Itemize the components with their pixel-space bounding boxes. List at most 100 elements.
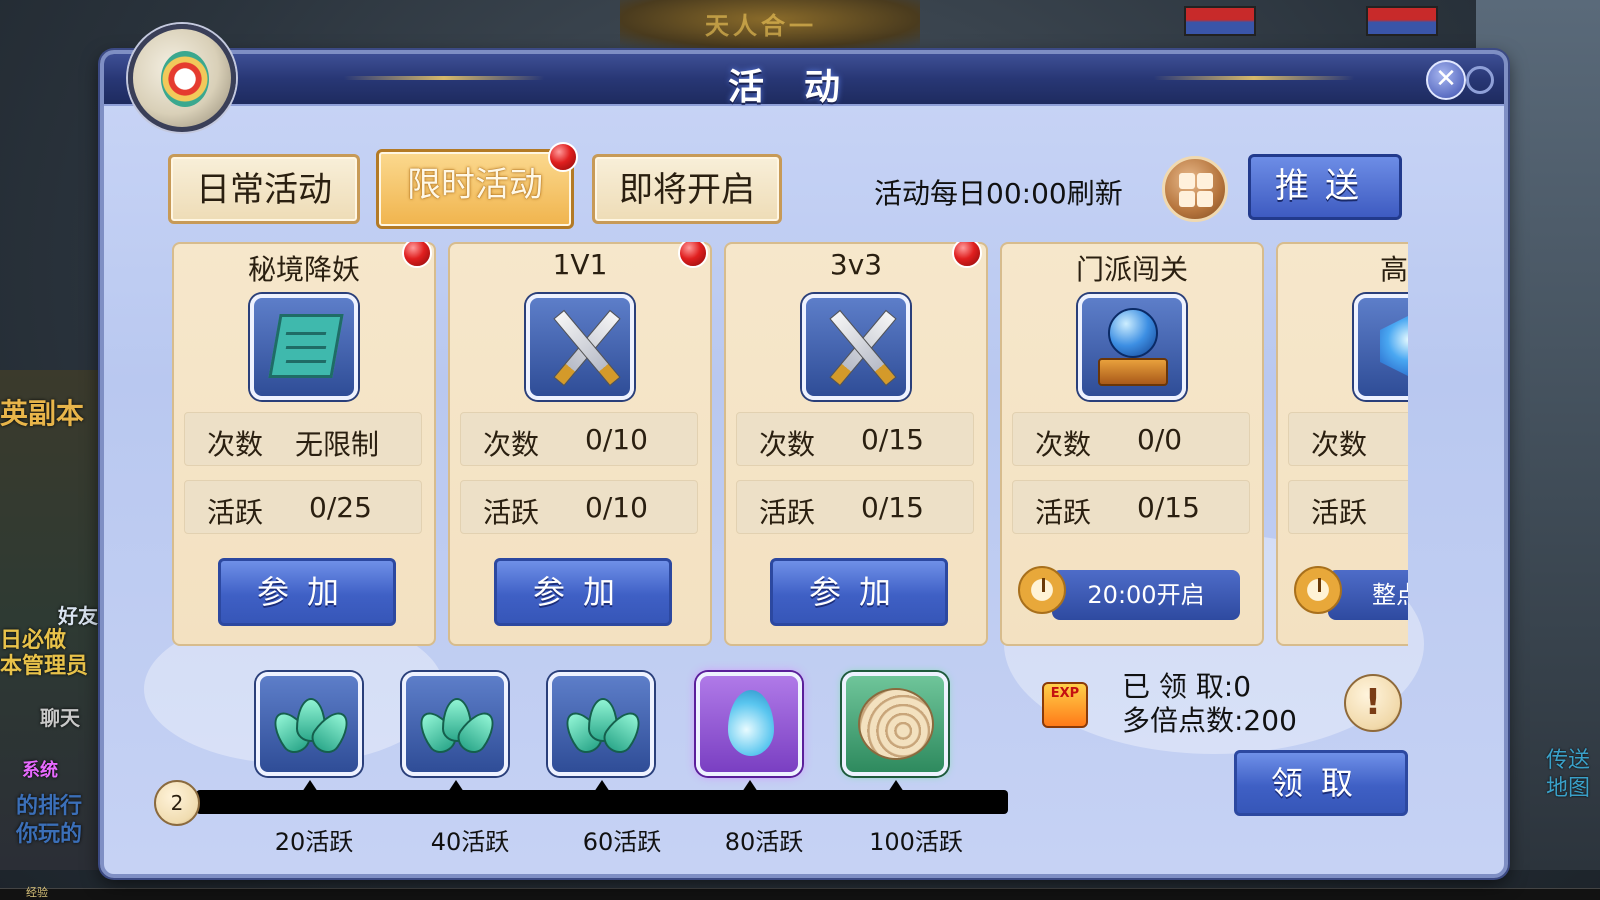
dialog-title: 活动 [727, 67, 880, 108]
activity-points-row: 活跃 0/10 [460, 480, 698, 534]
refresh-notice: 活动每日00:00刷新 [874, 177, 1123, 210]
clock-icon [1018, 566, 1066, 614]
activity-points-value: 0/25 [309, 491, 372, 524]
progress-marker [448, 780, 464, 792]
join-button[interactable]: 参加 [218, 558, 396, 626]
top-banner-title: 天人合一 [705, 12, 817, 40]
activity-emblem-icon [128, 24, 236, 132]
activity-points-label: 活跃 [1311, 496, 1368, 529]
progress-marker [594, 780, 610, 792]
activity-points-label: 活跃 [759, 496, 816, 529]
grid-icon [1179, 173, 1195, 189]
count-label: 次数 [759, 428, 816, 461]
notification-badge [548, 142, 578, 172]
reward-chest-40[interactable] [402, 672, 508, 776]
side-label-dungeon[interactable]: 英副本 [0, 392, 84, 432]
level-badge: 2 [154, 780, 200, 826]
close-ornament [1466, 66, 1494, 94]
scroll-icon [250, 294, 358, 400]
experience-label: 经验 [26, 886, 48, 899]
activity-points-value: 0/15 [1137, 491, 1200, 524]
player-hp-bar [1184, 6, 1256, 36]
claim-status: 已 领 取:0 多倍点数:200 [1122, 670, 1297, 738]
activity-points-value: 0/10 [585, 491, 648, 524]
water-drop-icon [728, 690, 774, 756]
activity-title: 高价 [1379, 253, 1408, 286]
multiplier-points: 多倍点数:200 [1122, 704, 1297, 737]
crossed-swords-icon [526, 294, 634, 400]
activity-card[interactable]: 高价 次数 0 活跃 整点 [1276, 242, 1408, 646]
shell-icon [858, 688, 934, 760]
activity-points-row: 活跃 0/25 [184, 480, 422, 534]
gem-icon [1354, 294, 1408, 400]
side-label-system: 系统 [22, 760, 58, 781]
count-label: 次数 [483, 428, 540, 461]
exp-boost-icon: EXP [1042, 682, 1088, 728]
count-value: 0 [1407, 423, 1408, 456]
tier-label: 60活跃 [582, 828, 662, 856]
activity-points-value: 0/15 [861, 491, 924, 524]
reward-chest-80[interactable] [696, 672, 802, 776]
tab-daily-activities[interactable]: 日常活动 [168, 154, 360, 224]
count-value: 无限制 [295, 428, 380, 461]
join-button[interactable]: 参加 [770, 558, 948, 626]
tier-label: 100活跃 [869, 828, 963, 856]
count-row: 次数 0/0 [1012, 412, 1250, 466]
crystal-orb-icon [1078, 294, 1186, 400]
close-button[interactable]: ✕ [1426, 60, 1466, 100]
side-label-map[interactable]: 地图 [1546, 770, 1590, 802]
dialog-title-bar: 活动 ✕ [104, 54, 1504, 108]
activity-card[interactable]: 秘境降妖 次数 无限制 活跃 0/25 参加 [172, 242, 436, 646]
activity-title: 秘境降妖 [247, 253, 360, 286]
count-value: 0/15 [861, 423, 924, 456]
tier-label: 40活跃 [430, 828, 510, 856]
activity-points-label: 活跃 [1035, 496, 1092, 529]
activity-title: 3v3 [829, 248, 883, 281]
experience-bar [0, 888, 1600, 900]
activity-card[interactable]: 门派闯关 次数 0/0 活跃 0/15 20:00开启 [1000, 242, 1264, 646]
activity-points-row: 活跃 [1288, 480, 1408, 534]
activity-card-list[interactable]: 秘境降妖 次数 无限制 活跃 0/25 参加 1V1 次数 0/10 活跃 0/… [172, 242, 1408, 650]
count-row: 次数 0 [1288, 412, 1408, 466]
activity-points-label: 活跃 [207, 496, 264, 529]
tab-limited-activities[interactable]: 限时活动 [376, 149, 574, 229]
count-value: 0/10 [585, 423, 648, 456]
chat-line-2: 你玩的 [16, 822, 83, 847]
join-button[interactable]: 参加 [494, 558, 672, 626]
drum-icon [161, 51, 209, 107]
target-hp-bar [1366, 6, 1438, 36]
count-label: 次数 [1035, 428, 1092, 461]
reward-chest-60[interactable] [548, 672, 654, 776]
push-button[interactable]: 推送 [1248, 154, 1402, 220]
activity-card[interactable]: 3v3 次数 0/15 活跃 0/15 参加 [724, 242, 988, 646]
activity-points-row: 活跃 0/15 [736, 480, 974, 534]
progress-marker [888, 780, 904, 792]
crossed-swords-icon [802, 294, 910, 400]
tab-coming-soon[interactable]: 即将开启 [592, 154, 782, 224]
reward-chest-20[interactable] [256, 672, 362, 776]
side-label-chat[interactable]: 聊天 [40, 702, 80, 731]
side-label-admin[interactable]: 本管理员 [0, 648, 88, 680]
reward-chest-100[interactable] [842, 672, 948, 776]
info-button[interactable]: ! [1344, 674, 1402, 732]
activity-points-label: 活跃 [483, 496, 540, 529]
activity-card[interactable]: 1V1 次数 0/10 活跃 0/10 参加 [448, 242, 712, 646]
claim-button[interactable]: 领取 [1234, 750, 1408, 816]
count-value: 0/0 [1137, 423, 1183, 456]
activity-points-row: 活跃 0/15 [1012, 480, 1250, 534]
tier-label: 80活跃 [724, 828, 804, 856]
count-row: 次数 0/10 [460, 412, 698, 466]
tier-label: 20活跃 [274, 828, 354, 856]
activity-title: 门派闯关 [1075, 253, 1188, 286]
clock-icon [1294, 566, 1342, 614]
count-row: 次数 无限制 [184, 412, 422, 466]
open-time-label: 20:00开启 [1052, 570, 1240, 620]
count-label: 次数 [1311, 428, 1368, 461]
progress-marker [742, 780, 758, 792]
grid-menu-button[interactable] [1162, 156, 1228, 222]
claimed-count: 已 领 取:0 [1122, 670, 1252, 703]
count-label: 次数 [207, 428, 264, 461]
activity-title: 1V1 [552, 248, 608, 281]
activity-dialog: 活动 ✕ 日常活动 限时活动 即将开启 活动每日00:00刷新 推送 秘境降妖 … [100, 24, 1508, 878]
activity-progress-bar [196, 790, 1008, 814]
